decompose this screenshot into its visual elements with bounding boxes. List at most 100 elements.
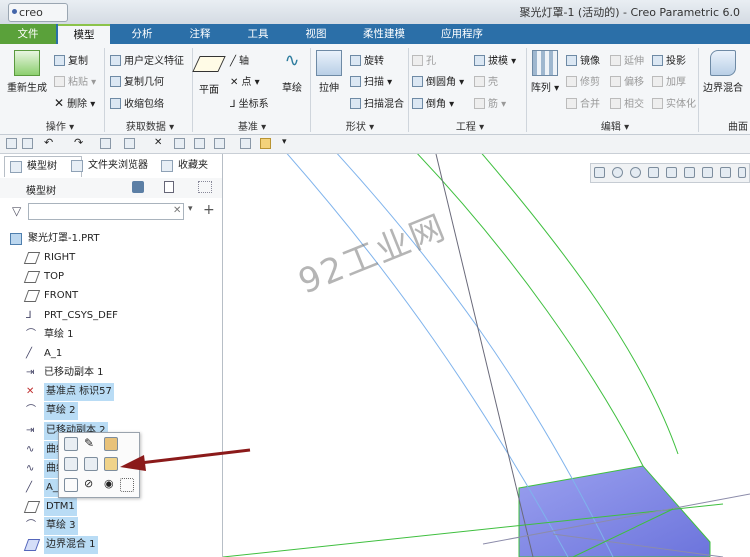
group-datum[interactable]: 基准 ▾ bbox=[222, 118, 282, 133]
new-file-icon[interactable] bbox=[6, 138, 17, 149]
intersect-button[interactable]: 相交 bbox=[610, 95, 644, 110]
zoom-in-icon[interactable] bbox=[612, 167, 623, 178]
display-style-icon[interactable] bbox=[194, 138, 205, 149]
group-editing[interactable]: 编辑 ▾ bbox=[585, 118, 645, 133]
project-button[interactable]: 投影 bbox=[652, 52, 686, 67]
boundary-blend-button[interactable]: 边界混合 bbox=[700, 50, 746, 94]
thicken-button[interactable]: 加厚 bbox=[652, 73, 686, 88]
group-surfaces[interactable]: 曲面 bbox=[728, 118, 750, 133]
tree-item[interactable]: ╱ A_1 bbox=[0, 345, 222, 363]
boundary-blend-surface[interactable] bbox=[518, 465, 711, 557]
draft-button[interactable]: 拔模 ▾ bbox=[474, 52, 516, 67]
tree-item[interactable]: ⌒ 草绘 3 bbox=[0, 517, 222, 535]
extend-button[interactable]: 延伸 bbox=[610, 52, 644, 67]
sweep-button[interactable]: 扫描 ▾ bbox=[350, 73, 392, 88]
windows-icon[interactable] bbox=[124, 138, 135, 149]
tree-item[interactable]: ⅃ PRT_CSYS_DEF bbox=[0, 307, 222, 325]
saved-orientations-icon[interactable] bbox=[684, 167, 695, 178]
zoom-out-icon[interactable] bbox=[630, 167, 641, 178]
shrinkwrap-button[interactable]: 收缩包络 bbox=[110, 95, 164, 110]
show-eye-icon[interactable]: ◉ bbox=[104, 478, 118, 492]
graphics-area[interactable] bbox=[223, 154, 750, 557]
customize-dropdown-icon[interactable]: ▾ bbox=[282, 138, 293, 149]
group-shapes[interactable]: 形状 ▾ bbox=[330, 118, 390, 133]
rib-button[interactable]: 筋 ▾ bbox=[474, 95, 506, 110]
snapshot-icon[interactable] bbox=[240, 138, 251, 149]
hole-button[interactable]: 孔 bbox=[412, 52, 436, 67]
tree-item[interactable]: FRONT bbox=[0, 287, 222, 305]
redo-icon[interactable]: ↷ bbox=[74, 137, 85, 149]
mirror-mini-icon[interactable] bbox=[84, 457, 98, 471]
chamfer-button[interactable]: 倒角 ▾ bbox=[412, 95, 454, 110]
tree-item[interactable]: ⇥ 已移动副本 1 bbox=[0, 364, 222, 382]
repaint-icon[interactable] bbox=[648, 167, 659, 178]
tree-filter-icon[interactable] bbox=[198, 181, 212, 193]
tab-model[interactable]: 模型 bbox=[58, 24, 110, 44]
group-icon[interactable] bbox=[64, 457, 78, 471]
view-manager-icon[interactable] bbox=[720, 167, 731, 178]
close-window-icon[interactable]: ✕ bbox=[154, 138, 165, 149]
copy-button[interactable]: 复制 bbox=[54, 52, 88, 67]
solidify-button[interactable]: 实体化 bbox=[652, 95, 696, 110]
tree-item[interactable]: 聚光灯罩-1.PRT bbox=[0, 230, 222, 248]
group-operations[interactable]: 操作 ▾ bbox=[20, 118, 100, 133]
folder-icon[interactable] bbox=[260, 138, 271, 149]
delete-button[interactable]: ✕ 删除 ▾ bbox=[54, 95, 95, 110]
merge-button[interactable]: 合并 bbox=[566, 95, 600, 110]
info-icon[interactable] bbox=[64, 478, 78, 492]
sketch-button[interactable]: ∿ 草绘 bbox=[278, 50, 306, 94]
tab-flexible-modeling[interactable]: 柔性建模 bbox=[346, 24, 422, 44]
settings-icon[interactable] bbox=[132, 181, 144, 193]
undo-icon[interactable]: ↶ bbox=[44, 137, 55, 149]
edit-definition-icon[interactable]: ✎ bbox=[84, 437, 98, 451]
tree-item[interactable]: RIGHT bbox=[0, 249, 222, 267]
paste-button[interactable]: 粘贴 ▾ bbox=[54, 73, 96, 88]
refit-icon[interactable] bbox=[594, 167, 605, 178]
measure-icon[interactable] bbox=[174, 138, 185, 149]
display-style-view-icon[interactable] bbox=[702, 167, 713, 178]
axis-button[interactable]: ╱ 轴 bbox=[230, 52, 249, 67]
tree-item[interactable]: ✕ 基准点 标识57 bbox=[0, 383, 222, 401]
edit-dimensions-icon[interactable] bbox=[64, 437, 78, 451]
clear-search-icon[interactable]: ✕ bbox=[173, 205, 181, 216]
tab-tools[interactable]: 工具 bbox=[230, 24, 286, 44]
round-button[interactable]: 倒圆角 ▾ bbox=[412, 73, 464, 88]
mirror-button[interactable]: 镜像 bbox=[566, 52, 600, 67]
tree-item[interactable]: TOP bbox=[0, 268, 222, 286]
extrude-button[interactable]: 拉伸 bbox=[314, 50, 344, 94]
group-engineering[interactable]: 工程 ▾ bbox=[440, 118, 500, 133]
search-dropdown-icon[interactable]: ▾ bbox=[188, 204, 193, 214]
trim-button[interactable]: 修剪 bbox=[566, 73, 600, 88]
regenerate-quick-icon[interactable] bbox=[100, 138, 111, 149]
tree-item[interactable]: ⌒ 草绘 2 bbox=[0, 402, 222, 420]
plane-button[interactable]: 平面 bbox=[192, 50, 226, 96]
add-filter-icon[interactable]: + bbox=[203, 202, 215, 218]
copy-geometry-button[interactable]: 复制几何 bbox=[110, 73, 164, 88]
tab-file[interactable]: 文件 bbox=[0, 24, 56, 44]
tab-view[interactable]: 视图 bbox=[288, 24, 344, 44]
tab-analysis[interactable]: 分析 bbox=[114, 24, 170, 44]
open-file-icon[interactable] bbox=[22, 138, 33, 149]
select-icon[interactable] bbox=[120, 478, 134, 492]
shell-button[interactable]: 壳 bbox=[474, 73, 498, 88]
cut-icon[interactable] bbox=[214, 138, 225, 149]
model-tree-search-input[interactable] bbox=[28, 203, 184, 220]
csys-button[interactable]: ⅃ 坐标系 bbox=[230, 95, 269, 110]
point-button[interactable]: ✕ 点 ▾ bbox=[230, 73, 260, 88]
tab-applications[interactable]: 应用程序 bbox=[426, 24, 498, 44]
pattern-button[interactable]: 阵列 ▾ bbox=[530, 50, 560, 94]
revolve-button[interactable]: 旋转 bbox=[350, 52, 384, 67]
show-icon[interactable] bbox=[164, 181, 174, 193]
tree-item[interactable]: 边界混合 1 bbox=[0, 536, 222, 554]
swept-blend-button[interactable]: 扫描混合 bbox=[350, 95, 404, 110]
udf-button[interactable]: 用户定义特征 bbox=[110, 52, 184, 67]
regenerate-button[interactable]: 重新生成 bbox=[4, 50, 50, 94]
group-get-data[interactable]: 获取数据 ▾ bbox=[110, 118, 190, 133]
tab-annotate[interactable]: 注释 bbox=[172, 24, 228, 44]
tree-item[interactable]: ⌒ 草绘 1 bbox=[0, 326, 222, 344]
datum-display-icon[interactable] bbox=[738, 167, 746, 178]
tree-item[interactable]: DTM1 bbox=[0, 498, 222, 516]
offset-button[interactable]: 偏移 bbox=[610, 73, 644, 88]
reorient-icon[interactable] bbox=[666, 167, 677, 178]
hide-icon[interactable]: ⊘ bbox=[84, 478, 98, 492]
